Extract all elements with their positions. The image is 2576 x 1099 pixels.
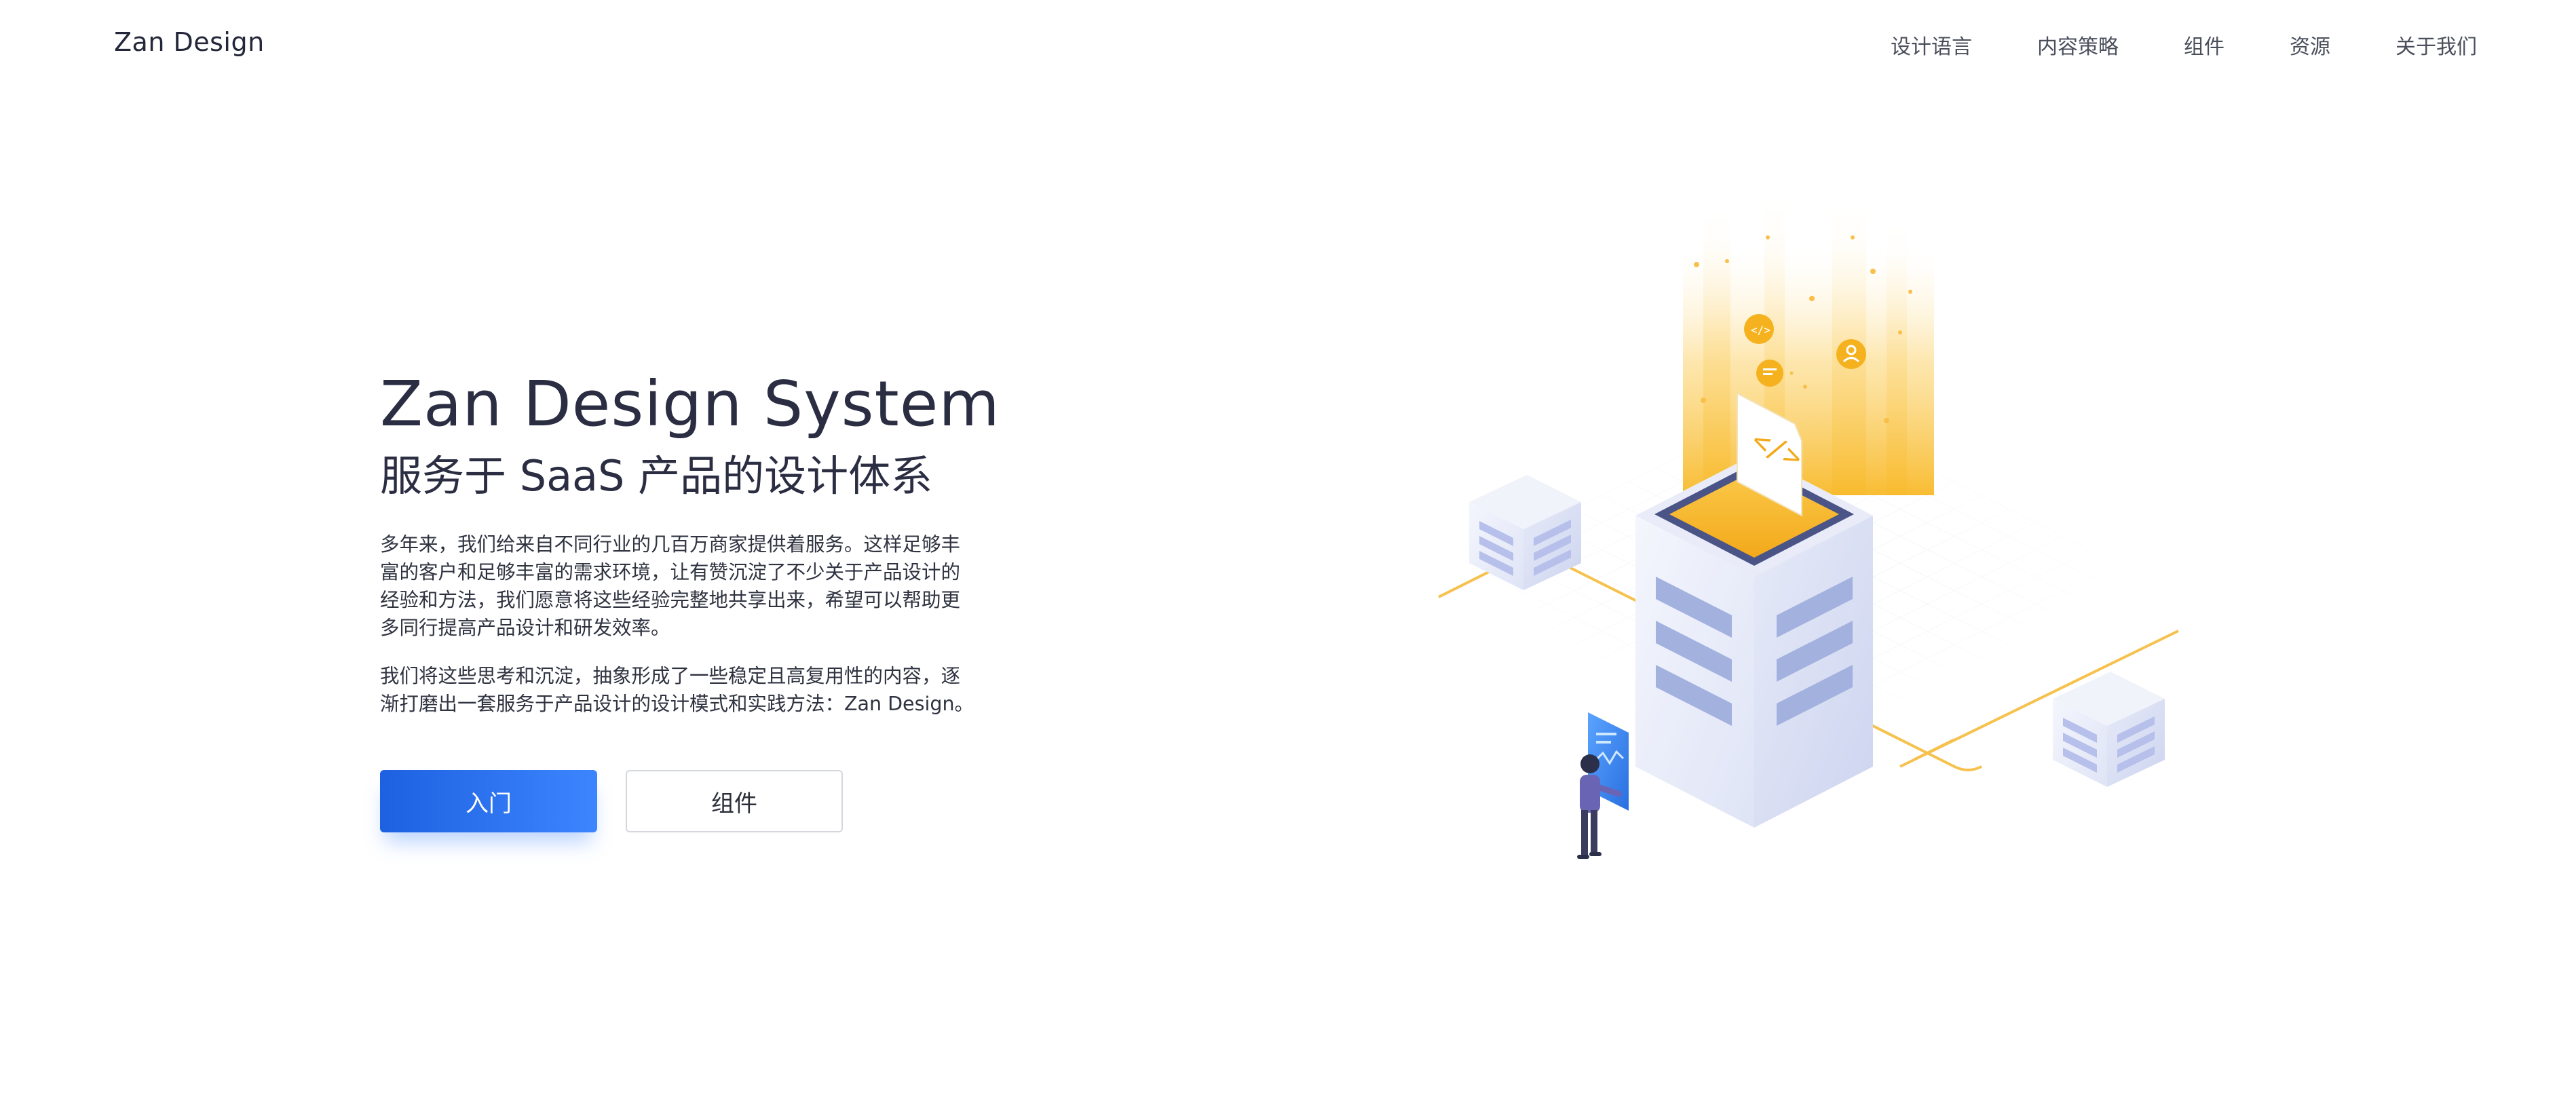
hero-description-1: 多年来，我们给来自不同行业的几百万商家提供着服务。这样足够丰富的客户和足够丰富的… [380, 533, 961, 639]
hero-description-2: 我们将这些思考和沉淀，抽象形成了一些稳定且高复用性的内容，逐渐打磨出一套服务于产… [380, 665, 974, 715]
chat-icon [1756, 360, 1783, 387]
nav-item-about-us[interactable]: 关于我们 [2395, 30, 2477, 60]
page: Zan Design 设计语言 内容策略 组件 资源 关于我们 Zan Desi… [0, 0, 2576, 1099]
nav-item-components[interactable]: 组件 [2184, 30, 2224, 60]
hero-subtitle: 服务于 SaaS 产品的设计体系 [380, 451, 933, 501]
nav-item-content-strategy[interactable]: 内容策略 [2037, 30, 2119, 60]
nav-item-design-language[interactable]: 设计语言 [1891, 30, 1972, 60]
code-icon: </> [1744, 314, 1774, 344]
logo[interactable]: Zan Design [114, 27, 265, 57]
hero-illustration: </> </> [1438, 197, 2179, 859]
get-started-button[interactable]: 入门 [380, 770, 597, 832]
server-box [1635, 455, 1873, 828]
hero-actions: 入门 组件 [380, 770, 843, 832]
top-navigation: Zan Design 设计语言 内容策略 组件 资源 关于我们 [0, 0, 2576, 88]
svg-text:</>: </> [1751, 324, 1770, 336]
light-beams [1683, 197, 1934, 495]
hero-title: Zan Design System [380, 368, 1000, 440]
user-icon [1836, 339, 1866, 369]
components-button[interactable]: 组件 [626, 770, 843, 832]
nav-item-resources[interactable]: 资源 [2290, 30, 2330, 60]
nav-menu: 设计语言 内容策略 组件 资源 关于我们 [1891, 30, 2477, 60]
hero-section: Zan Design System 服务于 SaaS 产品的设计体系 多年来，我… [380, 366, 1000, 718]
small-cube-right [2053, 672, 2165, 787]
person-illustration [1577, 712, 1629, 859]
